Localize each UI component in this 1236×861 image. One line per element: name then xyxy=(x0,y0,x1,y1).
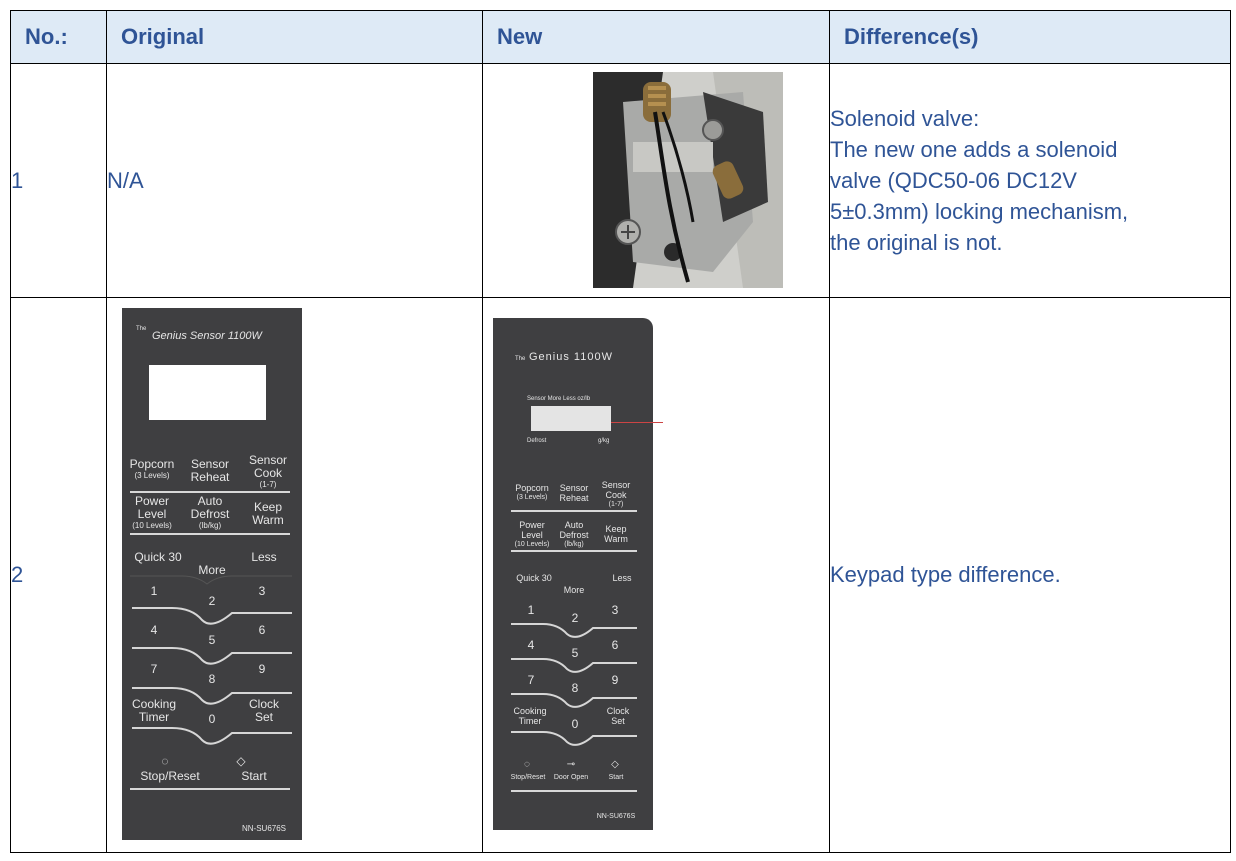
original-cell: The Genius Sensor 1100W Popcorn (3 Levels… xyxy=(106,297,483,853)
difference-cell: Keypad type difference. xyxy=(829,297,1231,853)
stop-icon: ◌ xyxy=(161,754,169,768)
difference-line: 5±0.3mm) locking mechanism, xyxy=(830,199,1129,224)
row-number: 1 xyxy=(10,63,107,298)
stop-icon: ◌ xyxy=(524,759,530,770)
stop-reset-key: Stop/Reset xyxy=(510,774,546,781)
key-underline xyxy=(511,790,637,792)
difference-line: the original is not. xyxy=(830,230,1003,255)
new-cell: The Genius 1100W Sensor More Less oz/lb … xyxy=(482,297,830,853)
key-separator-curves xyxy=(130,575,292,745)
difference-line: The new one adds a solenoid xyxy=(830,137,1118,162)
start-icon: ◇ xyxy=(611,759,619,770)
difference-line: Solenoid valve: xyxy=(830,106,980,131)
header-new: New xyxy=(482,10,830,64)
start-icon: ◇ xyxy=(236,754,246,768)
new-keypad: The Genius 1100W Sensor More Less oz/lb … xyxy=(493,318,653,830)
new-cell xyxy=(482,63,830,298)
row-number: 2 xyxy=(10,297,107,853)
header-differences: Difference(s) xyxy=(829,10,1231,64)
header-row: No.: Original New Difference(s) xyxy=(10,10,1231,64)
door-open-key: Door Open xyxy=(553,774,589,781)
header-no: No.: xyxy=(10,10,107,64)
difference-line: valve (QDC50-06 DC12V xyxy=(830,168,1077,193)
solenoid-valve-photo xyxy=(593,72,783,288)
start-key: Start xyxy=(608,774,624,781)
original-cell: N/A xyxy=(106,63,483,298)
table-row: 1 N/A Solenoid valve: The new one adds a… xyxy=(10,63,1231,298)
header-original: Original xyxy=(106,10,483,64)
comparison-table: No.: Original New Difference(s) 1 N/A So… xyxy=(10,10,1231,853)
table-row: 2 The Genius Sensor 1100W Popcorn (3 Leve… xyxy=(10,297,1231,853)
model-number: NN-SU676S xyxy=(596,813,636,820)
original-keypad: The Genius Sensor 1100W Popcorn (3 Levels… xyxy=(122,308,302,840)
leader-line xyxy=(611,422,663,423)
key-underline xyxy=(130,788,290,790)
start-key: Start xyxy=(241,769,267,783)
key-separator-curves xyxy=(511,623,637,746)
stop-reset-key: Stop/Reset xyxy=(140,769,200,783)
model-number: NN-SU676S xyxy=(241,824,286,833)
difference-cell: Solenoid valve: The new one adds a solen… xyxy=(829,63,1231,298)
door-open-icon: ⊸ xyxy=(566,759,576,770)
